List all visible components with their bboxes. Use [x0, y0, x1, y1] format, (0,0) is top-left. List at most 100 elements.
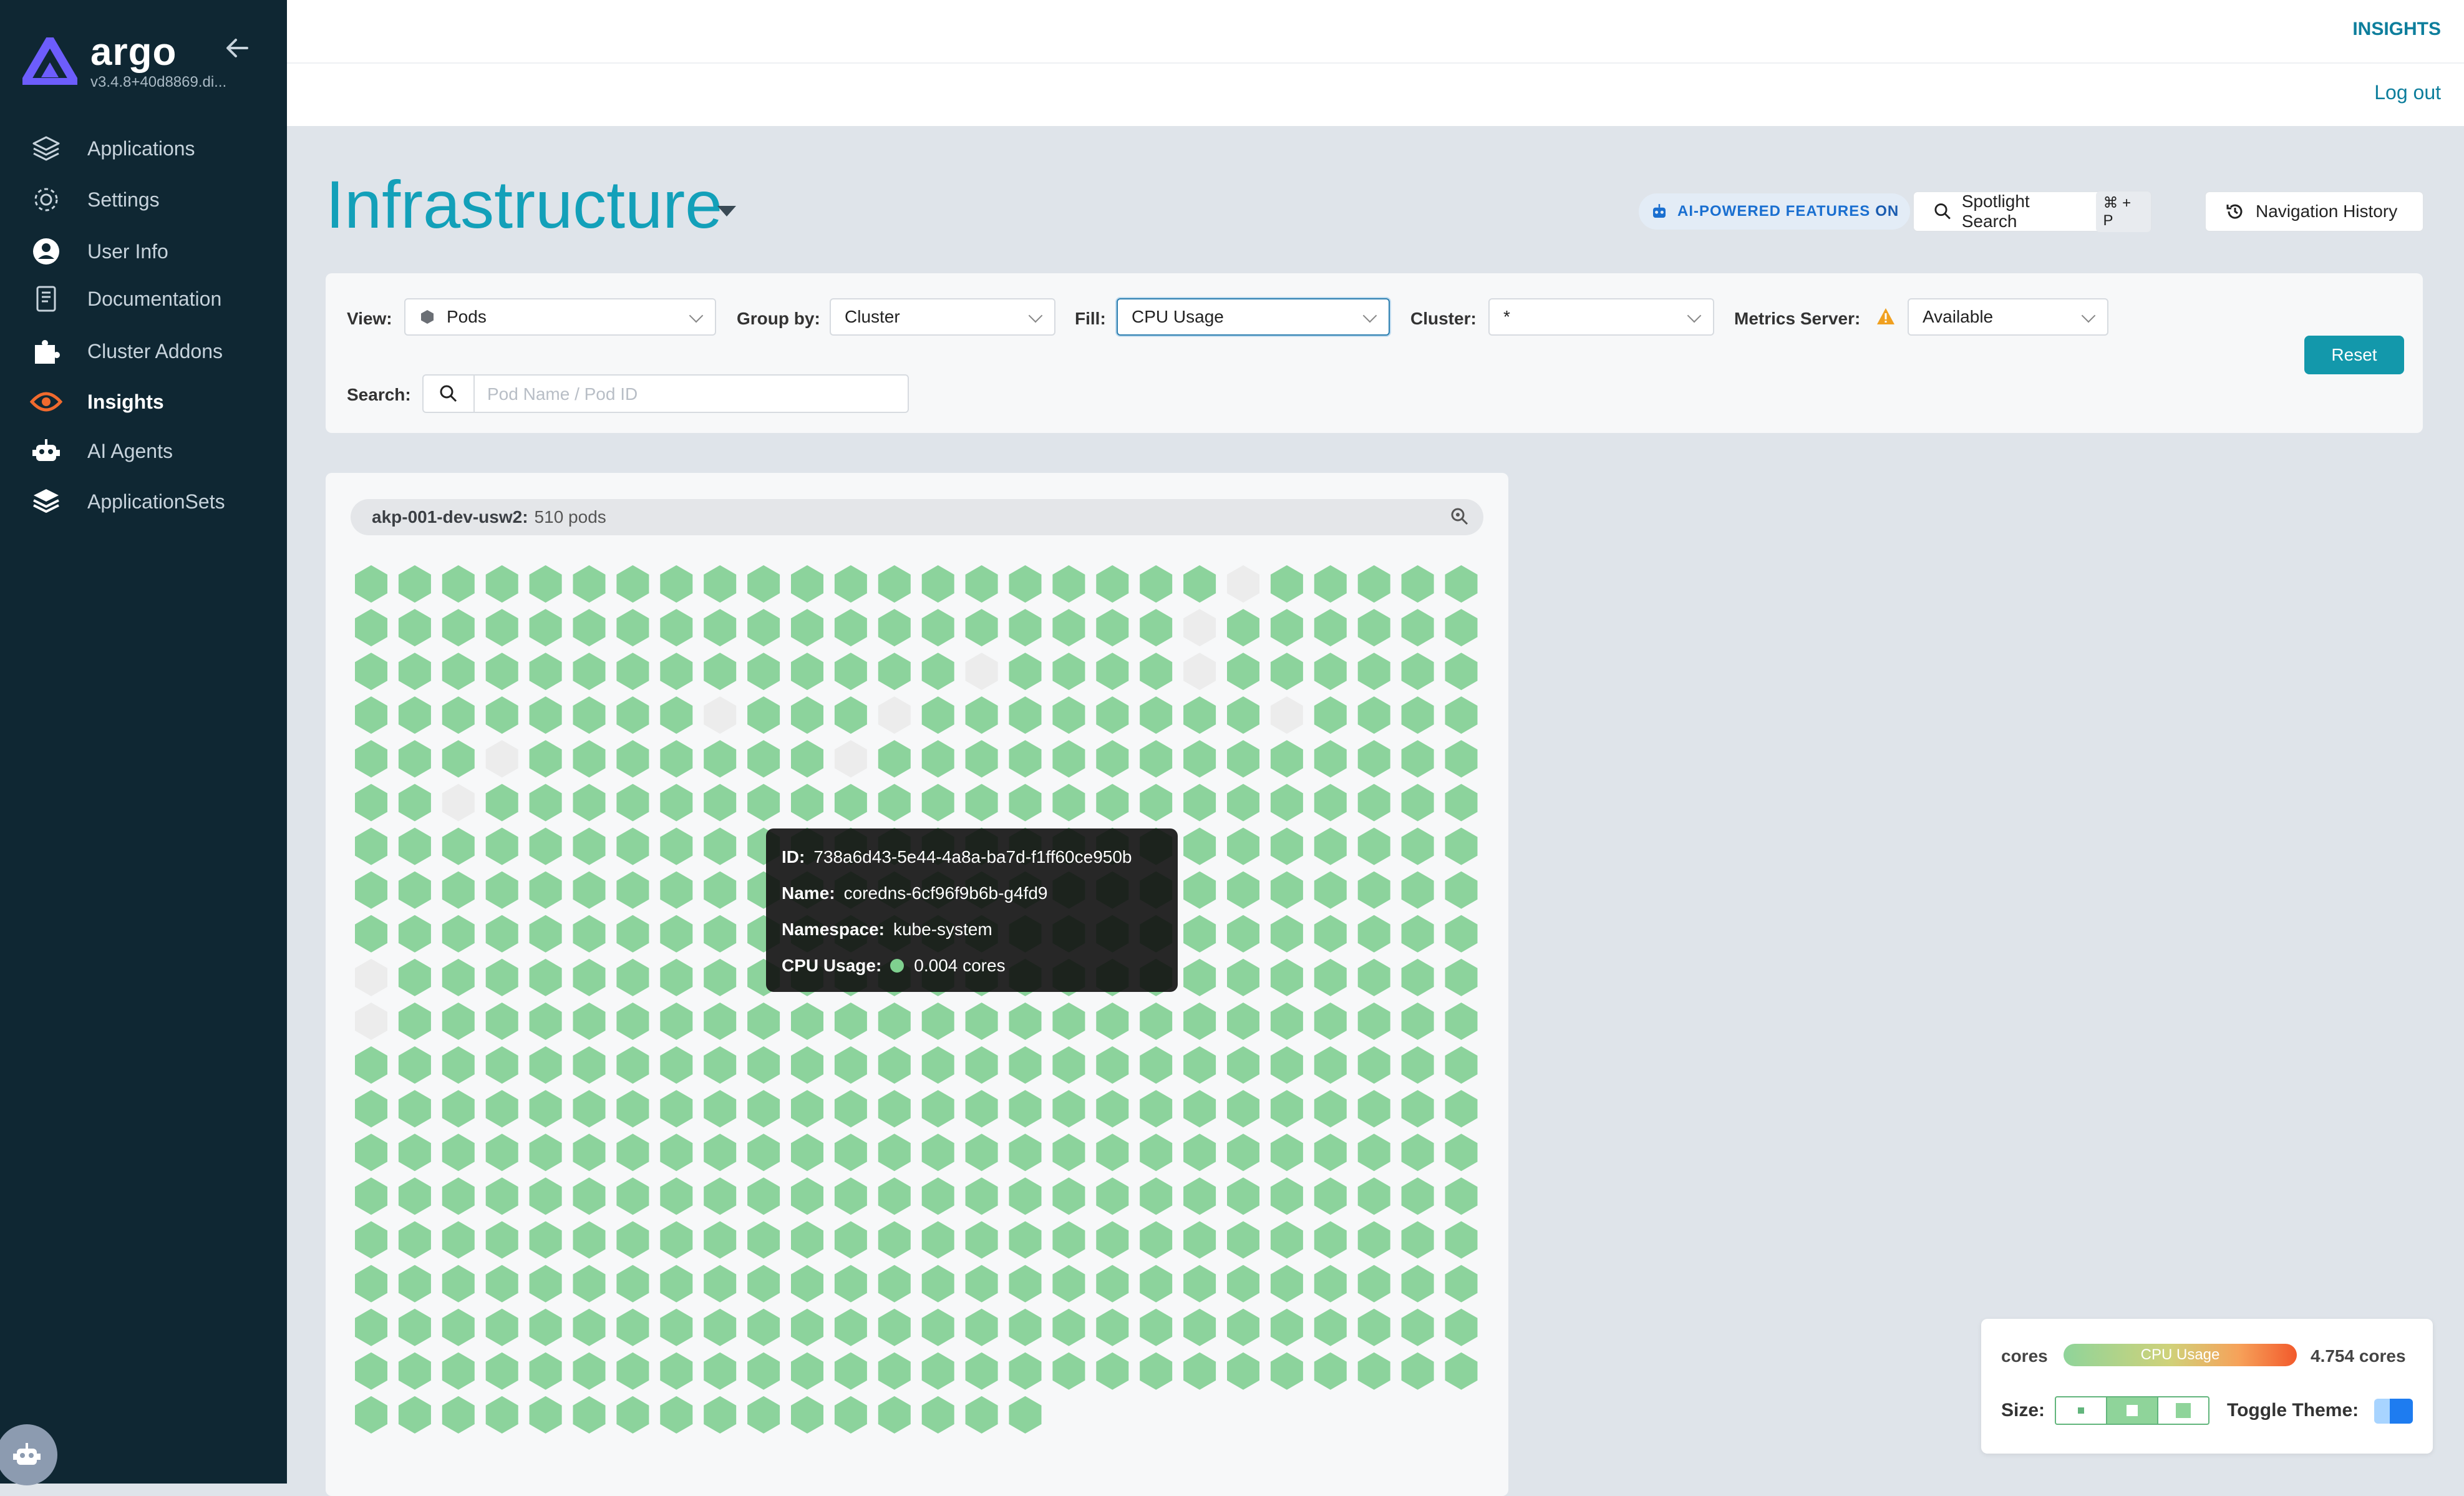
pod-hex[interactable] [485, 1090, 518, 1128]
pod-hex[interactable] [1096, 1090, 1129, 1128]
pod-hex[interactable] [1052, 1221, 1085, 1259]
pod-hex[interactable] [834, 565, 867, 603]
pod-hex[interactable] [1140, 1177, 1173, 1215]
pod-hex[interactable] [965, 740, 998, 778]
pod-hex[interactable] [921, 1134, 954, 1172]
pod-hex[interactable] [965, 1221, 998, 1259]
pod-hex[interactable] [616, 871, 649, 909]
pod-hex[interactable] [1314, 784, 1347, 822]
pod-hex[interactable] [1357, 1177, 1390, 1215]
pod-hex[interactable] [1401, 609, 1434, 647]
pod-hex[interactable] [442, 1046, 475, 1084]
pod-hex[interactable] [398, 915, 431, 953]
pod-hex[interactable] [921, 696, 954, 734]
pod-hex[interactable] [747, 1396, 780, 1434]
pod-hex[interactable] [1227, 609, 1259, 647]
pod-hex[interactable] [1227, 1134, 1259, 1172]
pod-hex[interactable] [485, 871, 518, 909]
pod-hex[interactable] [1140, 1046, 1173, 1084]
pod-hex[interactable] [573, 1046, 606, 1084]
pod-hex[interactable] [1052, 1308, 1085, 1346]
pod-hex[interactable] [1096, 1221, 1129, 1259]
pod-hex[interactable] [878, 1396, 911, 1434]
pod-hex[interactable] [529, 1003, 562, 1040]
pod-hex[interactable] [1183, 871, 1216, 909]
pod-hex[interactable] [747, 1046, 780, 1084]
pod-hex[interactable] [660, 1352, 693, 1390]
pod-hex[interactable] [573, 1090, 606, 1128]
pod-hex[interactable] [660, 1134, 693, 1172]
pod-hex[interactable] [1009, 653, 1042, 691]
pod-hex[interactable] [1140, 565, 1173, 603]
pod-hex[interactable] [1401, 653, 1434, 691]
pod-hex[interactable] [398, 827, 431, 865]
pod-hex[interactable] [1227, 696, 1259, 734]
pod-hex[interactable] [1401, 1308, 1434, 1346]
pod-hex[interactable] [442, 609, 475, 647]
pod-hex[interactable] [704, 915, 737, 953]
pod-hex[interactable] [1314, 1090, 1347, 1128]
pod-hex[interactable] [398, 784, 431, 822]
pod-hex[interactable] [704, 1134, 737, 1172]
pod-hex[interactable] [485, 1265, 518, 1303]
pod-hex[interactable] [1314, 1352, 1347, 1390]
pod-hex[interactable] [1052, 1003, 1085, 1040]
pod-hex[interactable] [834, 696, 867, 734]
pod-hex[interactable] [1009, 1177, 1042, 1215]
pod-hex[interactable] [921, 1003, 954, 1040]
pod-hex[interactable] [1314, 653, 1347, 691]
pod-hex[interactable] [1183, 1046, 1216, 1084]
pod-hex[interactable] [573, 958, 606, 996]
pod-hex[interactable] [485, 1221, 518, 1259]
pod-hex[interactable] [355, 1177, 387, 1215]
pod-hex[interactable] [704, 1003, 737, 1040]
pod-hex[interactable] [1183, 784, 1216, 822]
pod-hex[interactable] [1140, 784, 1173, 822]
pod-hex[interactable] [442, 565, 475, 603]
pod-hex[interactable] [791, 1352, 823, 1390]
pod-hex[interactable] [1052, 1177, 1085, 1215]
pod-hex[interactable] [834, 1177, 867, 1215]
pod-hex[interactable] [1009, 1352, 1042, 1390]
pod-hex[interactable] [878, 1308, 911, 1346]
pod-hex[interactable] [485, 1308, 518, 1346]
pod-hex[interactable] [616, 915, 649, 953]
pod-hex[interactable] [1357, 871, 1390, 909]
pod-hex[interactable] [485, 1003, 518, 1040]
pod-hex[interactable] [1270, 958, 1303, 996]
pod-hex[interactable] [1227, 915, 1259, 953]
pod-hex[interactable] [791, 1090, 823, 1128]
pod-hex[interactable] [1270, 1003, 1303, 1040]
pod-hex[interactable] [355, 871, 387, 909]
pod-hex[interactable] [355, 696, 387, 734]
pod-hex[interactable] [1314, 1046, 1347, 1084]
pod-hex[interactable] [660, 1265, 693, 1303]
pod-hex[interactable] [921, 565, 954, 603]
pod-hex[interactable] [442, 1265, 475, 1303]
pod-hex[interactable] [1227, 1090, 1259, 1128]
pod-hex[interactable] [660, 609, 693, 647]
pod-hex[interactable] [616, 1046, 649, 1084]
pod-hex[interactable] [1270, 1308, 1303, 1346]
pod-hex[interactable] [573, 565, 606, 603]
pod-hex[interactable] [1314, 1308, 1347, 1346]
pod-hex[interactable] [398, 958, 431, 996]
pod-hex[interactable] [398, 871, 431, 909]
pod-hex[interactable] [878, 1265, 911, 1303]
pod-hex[interactable] [1227, 1221, 1259, 1259]
pod-hex[interactable] [965, 609, 998, 647]
pod-hex[interactable] [704, 958, 737, 996]
pod-hex[interactable] [1227, 871, 1259, 909]
pod-hex[interactable] [660, 653, 693, 691]
pod-hex[interactable] [1270, 827, 1303, 865]
pod-hex[interactable] [1009, 1265, 1042, 1303]
pod-hex[interactable] [1314, 1265, 1347, 1303]
pod-hex[interactable] [573, 740, 606, 778]
pod-hex[interactable] [1096, 784, 1129, 822]
pod-hex[interactable] [1401, 915, 1434, 953]
pod-hex[interactable] [573, 1134, 606, 1172]
pod-hex[interactable] [355, 915, 387, 953]
pod-hex[interactable] [791, 1003, 823, 1040]
pod-hex[interactable] [1140, 740, 1173, 778]
pod-hex[interactable] [485, 1177, 518, 1215]
